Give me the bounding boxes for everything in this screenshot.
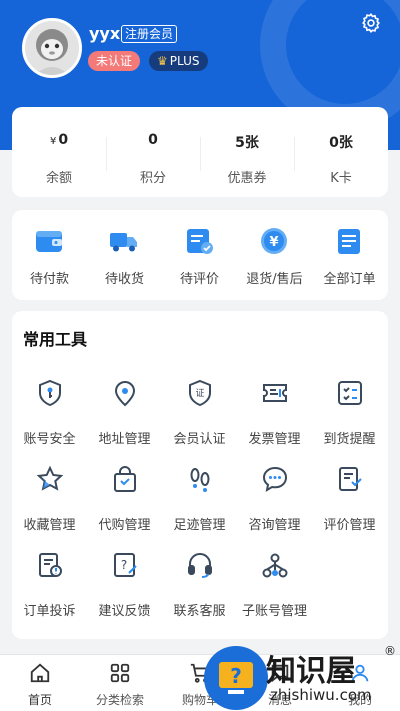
stat-kcard[interactable]: 0张 K卡 bbox=[294, 107, 388, 197]
tool-footprints[interactable]: 足迹管理 bbox=[162, 465, 237, 545]
order-label: 待付款 bbox=[29, 272, 69, 287]
tool-label: 发票管理 bbox=[248, 432, 301, 447]
tool-complaint[interactable]: 订单投诉 bbox=[12, 551, 87, 631]
crown-icon: ♛ bbox=[157, 54, 168, 68]
tool-member-cert[interactable]: 证 会员认证 bbox=[162, 379, 237, 459]
refund-icon: ¥ bbox=[259, 226, 289, 256]
tool-label: 联系客服 bbox=[173, 604, 226, 619]
stat-kcard-label: K卡 bbox=[330, 171, 352, 186]
svg-text:¥: ¥ bbox=[269, 235, 278, 250]
watermark-title: 知识屋 bbox=[266, 654, 356, 689]
svg-text:?: ? bbox=[230, 664, 242, 688]
order-refund[interactable]: ¥ 退货/售后 bbox=[237, 210, 312, 300]
watermark-badge: ? bbox=[204, 646, 268, 710]
tool-label: 足迹管理 bbox=[173, 518, 226, 533]
common-tools-card: 常用工具 账号安全 地址管理 证 会员认证 发票管理 到货提醒 收藏管理 代购管… bbox=[12, 311, 388, 639]
checklist-icon bbox=[336, 379, 364, 407]
order-pending-review[interactable]: 待评价 bbox=[162, 210, 237, 300]
tool-sub-accounts[interactable]: 子账号管理 bbox=[237, 551, 312, 631]
tool-label: 建议反馈 bbox=[98, 604, 151, 619]
stat-coupons[interactable]: 5张 优惠券 bbox=[200, 107, 294, 197]
tool-label: 评价管理 bbox=[323, 518, 376, 533]
feedback-doc-icon: ? bbox=[111, 551, 139, 579]
tool-account-security[interactable]: 账号安全 bbox=[12, 379, 87, 459]
orders-icon bbox=[334, 226, 364, 256]
tool-label: 咨询管理 bbox=[248, 518, 301, 533]
account-stats-card: ¥0 余额 0 积分 5张 优惠券 0张 K卡 bbox=[12, 107, 388, 197]
tool-consultation[interactable]: 咨询管理 bbox=[237, 465, 312, 545]
svg-text:?: ? bbox=[121, 558, 127, 572]
avatar[interactable] bbox=[22, 18, 82, 78]
tool-proxy-purchase[interactable]: 代购管理 bbox=[87, 465, 162, 545]
tab-home[interactable]: 首页 bbox=[0, 655, 80, 711]
stat-points[interactable]: 0 积分 bbox=[106, 107, 200, 197]
tool-label: 子账号管理 bbox=[241, 604, 307, 619]
tool-label: 账号安全 bbox=[23, 432, 76, 447]
order-pending-delivery[interactable]: 待收货 bbox=[87, 210, 162, 300]
order-label: 全部订单 bbox=[323, 272, 376, 287]
org-chart-icon bbox=[261, 551, 289, 579]
plus-badge[interactable]: ♛ PLUS bbox=[149, 51, 208, 71]
stat-kcard-value: 0张 bbox=[329, 135, 353, 151]
tool-customer-service[interactable]: 联系客服 bbox=[162, 551, 237, 631]
unverified-badge[interactable]: 未认证 bbox=[88, 51, 141, 71]
stat-coupons-value: 5张 bbox=[235, 135, 259, 151]
tool-label: 代购管理 bbox=[98, 518, 151, 533]
tool-invoice[interactable]: 发票管理 bbox=[237, 379, 312, 459]
tool-label: 会员认证 bbox=[173, 432, 226, 447]
tool-address[interactable]: 地址管理 bbox=[87, 379, 162, 459]
orders-card: 待付款 待收货 待评价 ¥ 退货/售后 全部订单 bbox=[12, 210, 388, 300]
plus-label: PLUS bbox=[169, 54, 200, 68]
tool-arrival-reminder[interactable]: 到货提醒 bbox=[312, 379, 387, 459]
review-doc-icon bbox=[336, 465, 364, 493]
gear-icon[interactable] bbox=[360, 12, 382, 34]
tool-label: 地址管理 bbox=[98, 432, 151, 447]
stat-balance[interactable]: ¥0 余额 bbox=[12, 107, 106, 197]
watermark-subtitle: zhishiwu.com bbox=[270, 686, 372, 704]
order-all[interactable]: 全部订单 bbox=[312, 210, 387, 300]
location-pin-icon bbox=[111, 379, 139, 407]
stat-balance-value: ¥0 bbox=[49, 132, 69, 148]
certificate-icon: 证 bbox=[186, 379, 214, 407]
footprints-icon bbox=[186, 465, 214, 493]
tool-reviews[interactable]: 评价管理 bbox=[312, 465, 387, 545]
truck-icon bbox=[109, 226, 139, 256]
stat-coupons-label: 优惠券 bbox=[227, 171, 267, 186]
tool-feedback[interactable]: ? 建议反馈 bbox=[87, 551, 162, 631]
tool-label: 收藏管理 bbox=[23, 518, 76, 533]
headset-icon bbox=[186, 551, 214, 579]
svg-text:证: 证 bbox=[195, 388, 204, 399]
order-label: 待收货 bbox=[104, 272, 144, 287]
wallet-icon bbox=[34, 226, 64, 256]
watermark-logo: ? 知识屋 ® zhishiwu.com bbox=[204, 640, 400, 711]
tool-favorites[interactable]: 收藏管理 bbox=[12, 465, 87, 545]
star-icon bbox=[36, 465, 64, 493]
key-shield-icon bbox=[36, 379, 64, 407]
order-pending-payment[interactable]: 待付款 bbox=[12, 210, 87, 300]
stat-points-label: 积分 bbox=[139, 171, 166, 186]
stat-balance-label: 余额 bbox=[45, 171, 72, 186]
chat-bubble-icon bbox=[261, 465, 289, 493]
order-label: 退货/售后 bbox=[246, 272, 303, 287]
tools-title: 常用工具 bbox=[23, 330, 88, 349]
member-level-tag[interactable]: 注册会员 bbox=[121, 25, 178, 43]
home-icon bbox=[29, 662, 51, 684]
complaint-doc-icon bbox=[36, 551, 64, 579]
username: yyx bbox=[89, 24, 121, 43]
tool-label: 订单投诉 bbox=[23, 604, 76, 619]
stat-points-value: 0 bbox=[148, 132, 158, 148]
review-icon bbox=[184, 226, 214, 256]
invoice-icon bbox=[261, 379, 289, 407]
grid-icon bbox=[109, 662, 131, 684]
tab-label: 首页 bbox=[27, 693, 52, 707]
tab-categories[interactable]: 分类检索 bbox=[80, 655, 160, 711]
order-label: 待评价 bbox=[179, 272, 219, 287]
shopping-bag-icon bbox=[111, 465, 139, 493]
watermark-reg: ® bbox=[384, 644, 396, 658]
tab-label: 分类检索 bbox=[95, 693, 144, 707]
tool-label: 到货提醒 bbox=[323, 432, 376, 447]
